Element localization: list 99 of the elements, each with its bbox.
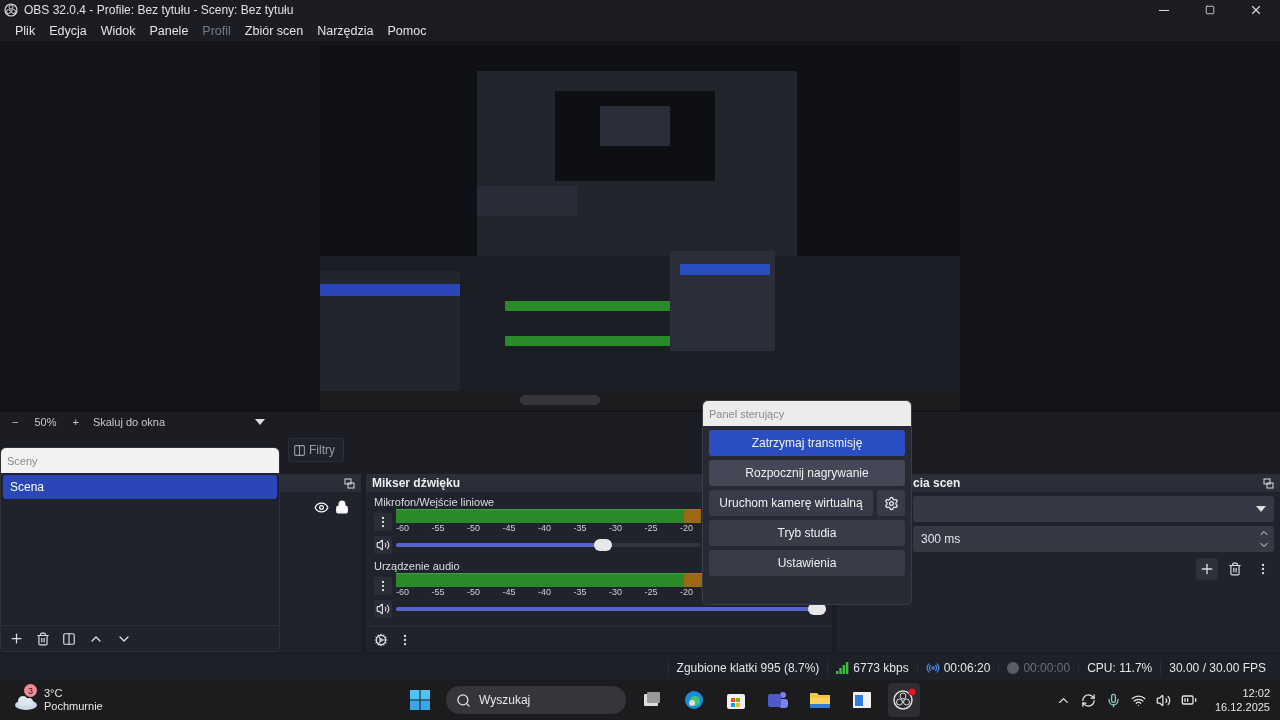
meter-tick-label: -25 — [644, 587, 658, 597]
folder-icon — [809, 691, 831, 709]
lock-icon[interactable] — [335, 500, 349, 515]
meter-tick-label: -60 — [396, 587, 409, 597]
menu-item[interactable]: Edycja — [42, 23, 94, 38]
menu-item[interactable]: Narzędzia — [310, 23, 381, 38]
filter-icon[interactable] — [62, 631, 76, 646]
cloud-icon[interactable] — [14, 694, 38, 710]
status-text: 00:06:20 — [943, 660, 991, 675]
meter-tick-label: -50 — [467, 523, 480, 533]
status-text: Zgubione klatki 995 (8.7%) — [676, 660, 820, 675]
people-icon — [767, 690, 789, 710]
zoom-out-button[interactable]: − — [6, 416, 25, 428]
meter-tick-label: -45 — [502, 523, 516, 533]
menu-item[interactable]: Plik — [8, 23, 43, 38]
control-button[interactable]: Tryb studia — [709, 520, 905, 546]
scale-mode-dropdown[interactable]: Skaluj do okna — [88, 413, 269, 431]
wifi-icon[interactable] — [1130, 692, 1146, 708]
meter-tick-label: -20 — [680, 523, 693, 533]
meter-tick-label: -45 — [502, 587, 516, 597]
mute-button[interactable] — [374, 536, 392, 554]
add-button[interactable] — [1196, 558, 1218, 580]
dock-title: cia scen — [913, 476, 961, 490]
float-dock-icon[interactable] — [1263, 477, 1274, 489]
app-logo-icon — [4, 3, 18, 17]
meter-tick-label: -60 — [396, 523, 409, 533]
zoom-in-button[interactable]: + — [66, 416, 85, 428]
temperature: 3°C — [44, 687, 64, 700]
mute-button[interactable] — [374, 600, 392, 618]
microphone-icon[interactable] — [1105, 692, 1121, 708]
control-button[interactable]: Rozpocznij nagrywanie — [709, 460, 905, 486]
caret-icon — [1256, 506, 1266, 512]
speaker-icon — [376, 538, 390, 552]
weather-condition: Pochmurnie — [44, 700, 103, 713]
meter-tick-label: -50 — [467, 587, 480, 597]
task-view-icon — [643, 692, 661, 708]
clock-time: 12:02 — [1242, 686, 1270, 700]
menu-item[interactable]: Pomoc — [380, 23, 434, 38]
settings-button[interactable] — [877, 490, 905, 516]
plus-icon — [1199, 561, 1215, 577]
close-icon — [1249, 3, 1263, 17]
taskbar-search[interactable]: Wyszukaj — [446, 686, 626, 714]
delete-icon[interactable] — [36, 631, 50, 646]
trash-icon — [1228, 562, 1242, 576]
signal-bars-icon — [836, 661, 850, 674]
channel-name: Urządzenie audio — [374, 560, 460, 572]
control-button[interactable]: Uruchom kamerę wirtualną — [709, 490, 873, 516]
settings-icon[interactable] — [374, 632, 388, 647]
notification-badge: 3 — [24, 684, 37, 697]
channel-menu-button[interactable] — [374, 513, 392, 531]
status-text: 30.00 / 30.00 FPS — [1169, 660, 1266, 675]
minimize-icon — [1159, 9, 1169, 11]
battery-icon[interactable] — [1180, 692, 1197, 708]
status-text: CPU: 11.7% — [1087, 660, 1153, 675]
meter-tick-label: -40 — [538, 587, 551, 597]
menu-item[interactable]: Panele — [142, 23, 196, 38]
app-window-icon — [852, 691, 872, 709]
control-button[interactable]: Ustawienia — [709, 550, 905, 576]
window-title: Sceny — [7, 454, 38, 467]
control-button[interactable]: Zatrzymaj transmisję — [709, 430, 905, 456]
meter-tick-label: -55 — [431, 587, 445, 597]
filter-icon — [293, 443, 306, 457]
meter-tick-label: -35 — [573, 587, 587, 597]
volume-handle[interactable] — [594, 539, 612, 551]
window-title: OBS 32.0.4 - Profile: Bez tytułu - Sceny: Bez tytułu — [24, 3, 295, 17]
filters-tab[interactable]: Filtry — [288, 438, 344, 462]
meter-tick-label: -40 — [538, 523, 551, 533]
meter-tick-label: -55 — [431, 523, 445, 533]
status-text: 6773 kbps — [853, 660, 909, 675]
dock-title: Mikser dźwięku — [372, 476, 461, 490]
sync-icon[interactable] — [1080, 692, 1096, 708]
eye-icon[interactable] — [314, 500, 329, 515]
meter-tick-label: -30 — [609, 587, 622, 597]
menu-item[interactable]: Zbiór scen — [237, 23, 311, 38]
obs-app-icon — [892, 688, 916, 712]
window-title: Panel sterujący — [709, 407, 785, 420]
browser-icon — [684, 690, 704, 710]
caret-icon — [254, 419, 265, 425]
add-icon[interactable] — [9, 631, 24, 646]
zoom-level: 50% — [33, 416, 58, 428]
search-icon — [456, 692, 471, 708]
windows-logo-icon — [410, 690, 430, 710]
scene-item[interactable]: Scena — [3, 475, 277, 499]
speaker-icon[interactable] — [1155, 692, 1171, 708]
meter-tick-label: -35 — [573, 523, 587, 533]
channel-name: Mikrofon/Wejście liniowe — [374, 496, 495, 508]
menu-item[interactable]: Widok — [93, 23, 143, 38]
gear-icon — [883, 495, 899, 511]
obs-taskbar-button[interactable] — [888, 683, 920, 717]
meter-tick-label: -25 — [644, 523, 658, 533]
meter-tick-label: -20 — [680, 587, 693, 597]
status-text: 00:00:00 — [1023, 660, 1071, 675]
clock-date: 16.12.2025 — [1214, 700, 1270, 714]
float-dock-icon[interactable] — [344, 477, 355, 489]
speaker-icon — [376, 602, 390, 616]
duration-field[interactable]: 300 ms — [913, 526, 1274, 552]
maximize-icon — [1205, 5, 1215, 15]
meter-tick-label: -30 — [609, 523, 622, 533]
channel-menu-button[interactable] — [374, 577, 392, 595]
